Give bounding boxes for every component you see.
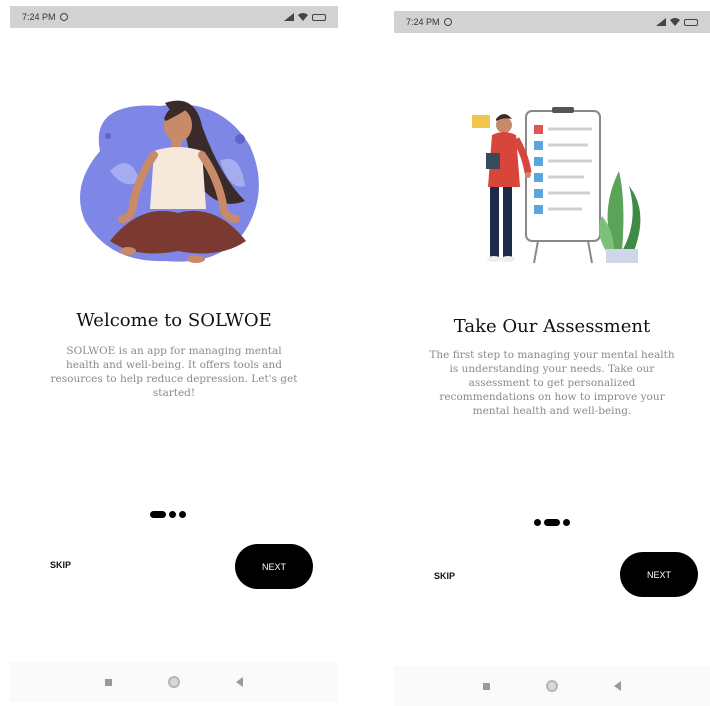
page-indicator (150, 511, 186, 518)
phone-screen-welcome: 7:24 PM Welcome to SOLWOE SOLWOE is an a… (10, 6, 338, 702)
phone-screen-assessment: 7:24 PM Take Our Assessment The first st… (394, 11, 710, 706)
skip-button[interactable]: SKIP (50, 560, 71, 570)
page-title: Welcome to SOLWOE (76, 310, 272, 331)
home-icon[interactable] (546, 680, 558, 692)
page-dot (179, 511, 186, 518)
signal-icon (284, 13, 294, 21)
page-dot-active (544, 519, 560, 526)
meditating-woman-illustration (80, 100, 259, 263)
settings-gear-icon (443, 18, 452, 26)
battery-icon (312, 13, 326, 21)
status-bar: 7:24 PM (394, 11, 710, 33)
page-title: Take Our Assessment (453, 316, 651, 337)
recent-apps-icon[interactable] (105, 678, 112, 686)
page-dot-active (150, 511, 166, 518)
status-bar: 7:24 PM (10, 6, 338, 28)
page-dot (169, 511, 176, 518)
settings-gear-icon (59, 13, 68, 21)
page-description: SOLWOE is an app for managing mental hea… (50, 345, 298, 399)
wifi-icon (670, 18, 680, 26)
page-description: The first step to managing your mental h… (429, 349, 675, 417)
wifi-icon (298, 13, 308, 21)
battery-icon (684, 18, 698, 26)
back-icon[interactable] (236, 677, 243, 687)
signal-icon (656, 18, 666, 26)
man-with-checklist-board-illustration (472, 107, 641, 264)
page-dot (534, 519, 541, 526)
next-button[interactable]: NEXT (235, 544, 313, 589)
page-dot (563, 519, 570, 526)
status-time: 7:24 PM (406, 17, 440, 27)
recent-apps-icon[interactable] (483, 682, 490, 690)
status-time: 7:24 PM (22, 12, 56, 22)
back-icon[interactable] (614, 681, 621, 691)
skip-button[interactable]: SKIP (434, 571, 455, 581)
page-indicator (534, 519, 570, 526)
next-button[interactable]: NEXT (620, 552, 698, 597)
system-navigation-bar (10, 662, 338, 702)
screenshot-stage: 7:24 PM Welcome to SOLWOE SOLWOE is an a… (0, 0, 710, 706)
system-navigation-bar (394, 666, 710, 706)
home-icon[interactable] (168, 676, 180, 688)
